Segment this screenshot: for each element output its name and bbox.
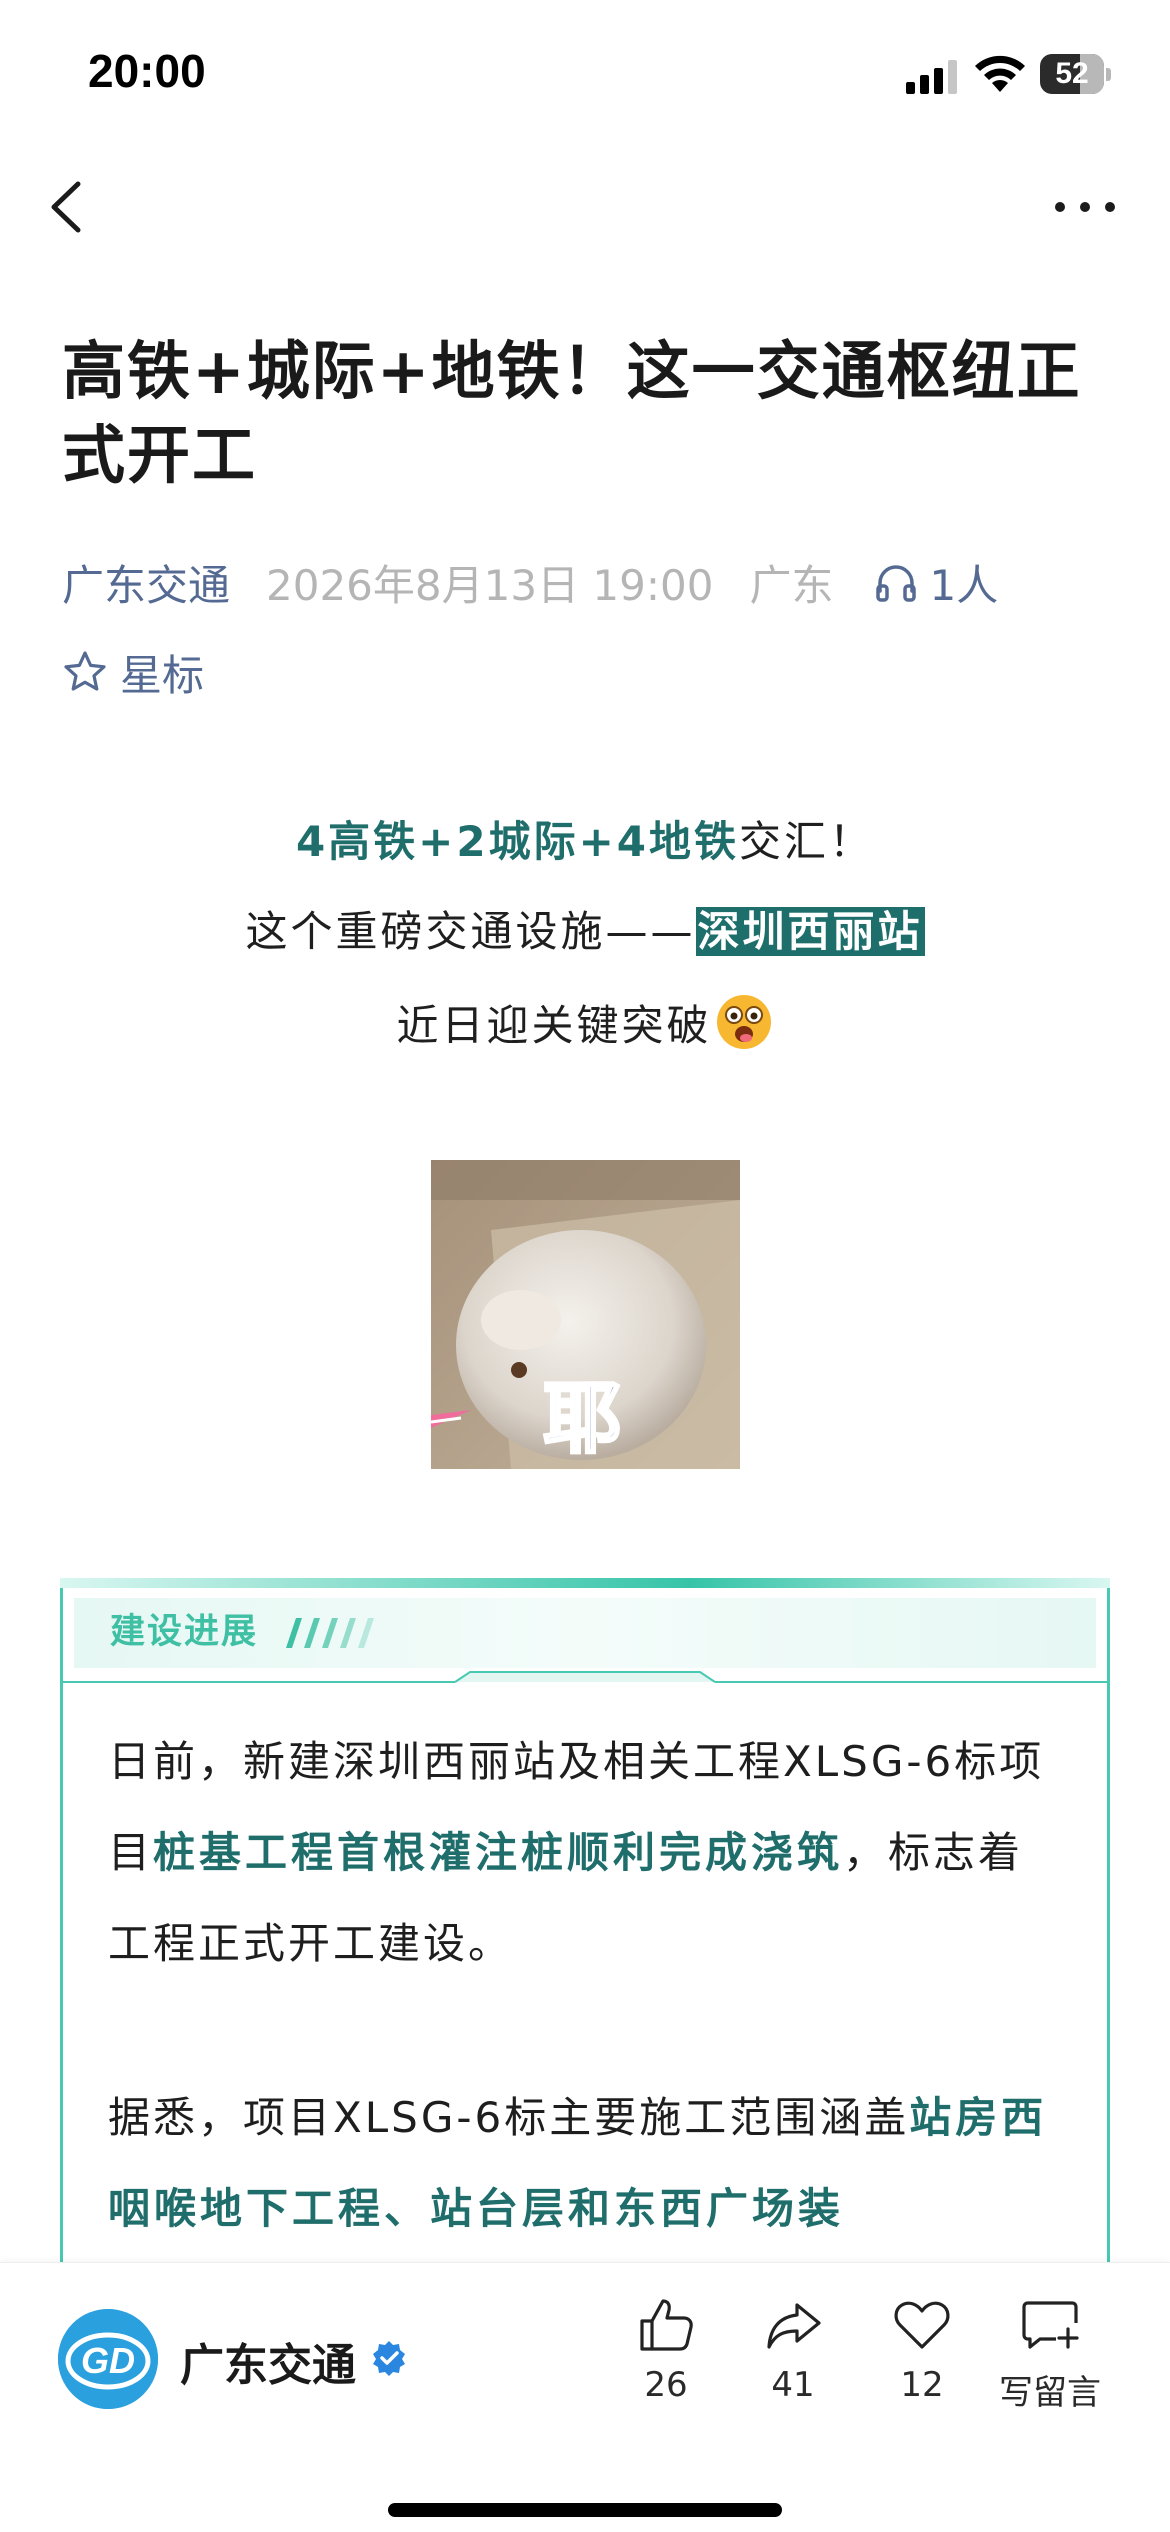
publish-date: 2026年8月13日 19:00	[266, 560, 714, 610]
write-comment-label: 写留言	[999, 2373, 1101, 2413]
section-paragraph-1: 日前，新建深圳西丽站及相关工程XLSG-6标项目桩基工程首根灌注桩顺利完成浇筑，…	[108, 1716, 1068, 1989]
gif-caption: 耶	[541, 1373, 622, 1466]
comment-plus-icon	[1022, 2301, 1079, 2349]
article-title: 高铁+城际+地铁！这一交通枢纽正式开工	[62, 335, 1082, 492]
section-title: 建设进展	[110, 1612, 259, 1652]
intro-text-3: 近日迎关键突破	[396, 1001, 712, 1050]
star-button[interactable]: 星标	[62, 642, 204, 702]
favorite-count: 12	[900, 2365, 944, 2405]
heart-icon	[894, 2301, 950, 2349]
battery-level: 52	[1055, 57, 1089, 90]
bottom-bar: GD 广东交通 26 41 12 写留言	[0, 2262, 1170, 2532]
battery-icon: 52	[1040, 54, 1112, 94]
para2-text-a: 据悉，项目XLSG-6标主要施工范围涵盖	[108, 2093, 910, 2142]
station-name-highlight: 深圳西丽站	[695, 907, 925, 956]
share-count: 41	[771, 2365, 815, 2405]
svg-text:GD: GD	[81, 2340, 135, 2381]
account-avatar[interactable]: GD	[58, 2309, 158, 2409]
like-count: 26	[644, 2365, 688, 2405]
status-bar: 20:00 52	[0, 0, 1170, 150]
construction-progress-section: 建设进展 日前，新建深圳西丽站及相关工程XLSG-6标项目桩基工程首根灌注桩顺利…	[60, 1578, 1110, 2532]
article-gif[interactable]: 耶	[431, 1160, 740, 1469]
signal-icon	[906, 60, 957, 94]
article-meta: 广东交通 2026年8月13日 19:00 广东 1人	[62, 552, 1142, 612]
write-comment-button[interactable]: 写留言	[990, 2295, 1110, 2445]
author-link[interactable]: 广东交通	[62, 552, 230, 613]
intro-line-1: 4高铁+2城际+4地铁交汇！	[0, 812, 1170, 872]
astonished-face-icon	[716, 995, 771, 1049]
section-divider	[60, 1671, 1110, 1683]
section-paragraph-2: 据悉，项目XLSG-6标主要施工范围涵盖站房西咽喉地下工程、站台层和东西广场装	[108, 2072, 1068, 2254]
more-button[interactable]	[1050, 184, 1120, 230]
back-chevron-icon	[51, 181, 81, 233]
share-arrow-icon	[767, 2303, 821, 2349]
more-dots-icon	[1055, 202, 1115, 212]
verified-badge-icon	[373, 2341, 405, 2376]
home-indicator[interactable]	[388, 2503, 782, 2517]
intro-text-1: 交汇！	[739, 817, 875, 866]
intro-line-3: 近日迎关键突破	[0, 992, 1170, 1056]
stripes-decoration	[286, 1618, 374, 1648]
wifi-icon	[975, 55, 1025, 92]
intro-line-2: 这个重磅交通设施——深圳西丽站	[0, 902, 1170, 962]
status-time: 20:00	[88, 45, 206, 97]
share-button[interactable]: 41	[733, 2295, 853, 2445]
thumbs-up-icon	[640, 2299, 693, 2351]
headphones-icon	[876, 565, 917, 602]
star-icon	[64, 651, 106, 691]
listen-button[interactable]: 1人	[873, 552, 998, 613]
para1-highlight: 桩基工程首根灌注桩顺利完成浇筑	[153, 1828, 844, 1877]
back-button[interactable]	[40, 172, 100, 242]
account-name[interactable]: 广东交通	[180, 2329, 356, 2393]
listener-count: 1人	[929, 560, 999, 610]
gd-logo-icon: GD	[58, 2309, 158, 2409]
star-label: 星标	[120, 650, 205, 700]
intro-highlight-1: 4高铁+2城际+4地铁	[295, 817, 740, 866]
favorite-button[interactable]: 12	[862, 2295, 982, 2445]
publish-location: 广东	[749, 560, 834, 610]
intro-text-2: 这个重磅交通设施——	[245, 907, 696, 956]
like-button[interactable]: 26	[606, 2295, 726, 2445]
